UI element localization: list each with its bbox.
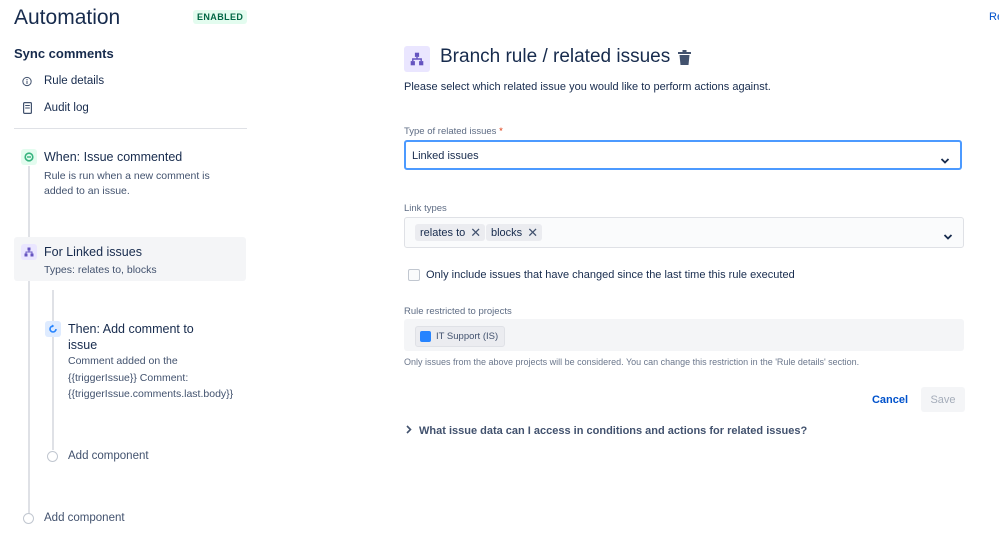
panel-description: Please select which related issue you wo… — [404, 81, 771, 93]
truncated-link[interactable]: Re — [989, 11, 999, 23]
projects-helper-text: Only issues from the above projects will… — [404, 357, 860, 367]
changed-only-checkbox[interactable] — [408, 269, 420, 281]
trash-icon[interactable] — [678, 50, 692, 66]
add-component-dot — [23, 513, 34, 524]
page-title: Branch rule / related issues — [440, 46, 671, 67]
refresh-icon — [45, 321, 61, 337]
checkbox-label: Only include issues that have changed si… — [426, 269, 795, 281]
action-title-line2[interactable]: issue — [68, 338, 97, 352]
projects-field: IT Support (IS) — [404, 319, 964, 351]
nav-label: Rule details — [44, 75, 105, 87]
nav-label: Audit log — [44, 102, 89, 114]
add-component-dot — [47, 451, 58, 462]
info-icon — [22, 75, 32, 87]
tag-label: relates to — [420, 226, 466, 239]
nav-rule-details[interactable]: Rule details — [22, 75, 104, 87]
flow-connector — [28, 166, 30, 516]
branch-description: Types: relates to, blocks — [44, 264, 157, 276]
close-icon[interactable]: ✕ — [470, 226, 481, 239]
action-title-line1[interactable]: Then: Add comment to — [68, 322, 194, 336]
branch-title[interactable]: For Linked issues — [44, 245, 142, 259]
tag-relates-to: relates to ✕ — [415, 224, 486, 241]
nav-audit-log[interactable]: Audit log — [22, 102, 89, 114]
chevron-right-icon — [406, 425, 412, 437]
related-issues-help-expander[interactable]: What issue data can I access in conditio… — [406, 425, 807, 437]
comment-icon — [21, 149, 37, 165]
save-button[interactable]: Save — [921, 387, 965, 412]
sidebar-divider — [14, 128, 247, 129]
link-types-select[interactable]: relates to ✕ blocks ✕ — [404, 217, 964, 248]
branch-connector — [52, 290, 54, 450]
chevron-down-icon — [943, 228, 953, 240]
link-types-label: Link types — [404, 203, 447, 214]
close-icon[interactable]: ✕ — [527, 226, 538, 239]
required-marker: * — [499, 126, 503, 137]
add-component-outer[interactable]: Add component — [44, 512, 125, 524]
tag-blocks: blocks ✕ — [486, 224, 543, 241]
branch-icon — [404, 46, 430, 72]
trigger-title[interactable]: When: Issue commented — [44, 150, 182, 164]
action-description-line2: {{triggerIssue}} Comment: — [68, 372, 189, 384]
action-description-line1: Comment added on the — [68, 355, 178, 367]
action-description-line3: {{triggerIssue.comments.last.body}} — [68, 388, 234, 400]
select-value: Linked issues — [412, 150, 479, 162]
expander-label: What issue data can I access in conditio… — [419, 425, 808, 437]
tag-label: blocks — [491, 226, 523, 239]
project-chip: IT Support (IS) — [415, 326, 506, 347]
related-type-label: Type of related issues * — [404, 126, 503, 137]
project-chip-label: IT Support (IS) — [436, 331, 499, 342]
field-label: Type of related issues — [404, 126, 497, 137]
cancel-button[interactable]: Cancel — [869, 389, 911, 411]
status-badge: ENABLED — [193, 10, 248, 24]
trigger-description: Rule is run when a new comment is added … — [44, 170, 210, 197]
branch-icon — [21, 244, 37, 260]
document-icon — [22, 102, 32, 114]
rule-name: Sync comments — [14, 46, 114, 61]
chevron-down-icon — [940, 152, 950, 164]
project-avatar-icon — [420, 331, 431, 342]
add-component-inner[interactable]: Add component — [68, 450, 149, 462]
app-title: Automation — [14, 6, 121, 29]
projects-label: Rule restricted to projects — [404, 306, 512, 317]
related-type-select[interactable]: Linked issues — [404, 140, 962, 170]
